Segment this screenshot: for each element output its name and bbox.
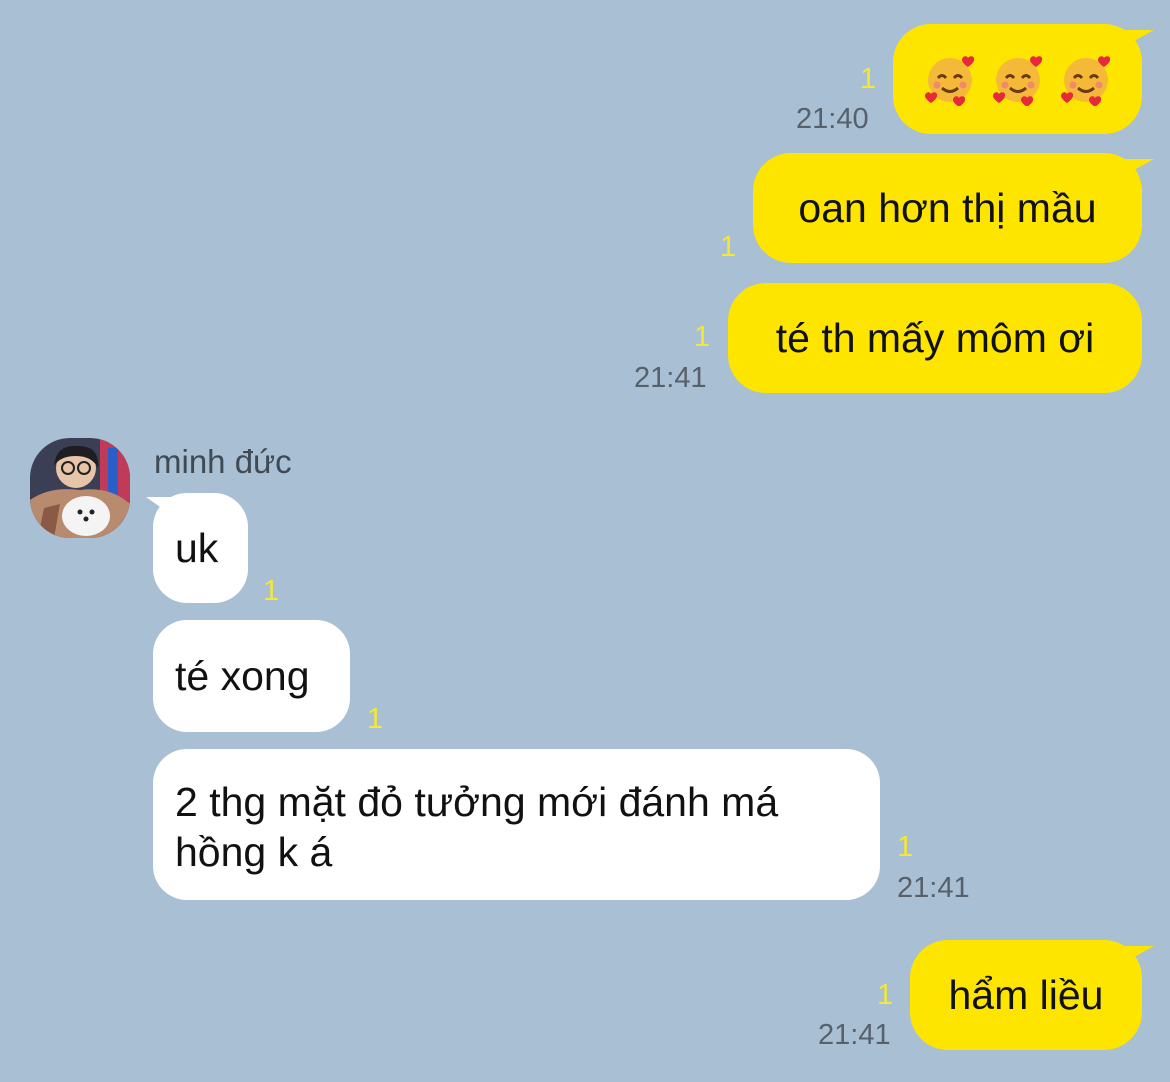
incoming-message-bubble[interactable]: uk: [153, 493, 248, 603]
emoji-group: [923, 52, 1113, 106]
avatar[interactable]: [30, 438, 130, 538]
smiling-face-with-hearts-icon: [1060, 56, 1110, 106]
unread-count: 1: [860, 63, 877, 95]
message-timestamp: 21:41: [897, 872, 970, 904]
unread-count: 1: [694, 321, 711, 353]
message-timestamp: 21:40: [796, 103, 869, 135]
message-text: hẩm liều: [948, 972, 1104, 1018]
message-text: uk: [175, 525, 219, 571]
unread-count: 1: [720, 231, 737, 263]
message-text: oan hơn thị mầu: [798, 185, 1097, 231]
chat-room: 1 21:40 1 oan hơn thị mầu 1 21:41 té th …: [0, 0, 1170, 1082]
unread-count: 1: [877, 979, 894, 1011]
outgoing-message-bubble[interactable]: té th mấy môm ơi: [728, 283, 1142, 393]
message-text: 2 thg mặt đỏ tưởng mới đánh má hồng k á: [175, 779, 779, 875]
incoming-message-bubble[interactable]: 2 thg mặt đỏ tưởng mới đánh má hồng k á: [153, 749, 880, 900]
unread-count: 1: [367, 703, 384, 735]
unread-count: 1: [263, 575, 280, 607]
incoming-message-bubble[interactable]: té xong: [153, 620, 350, 732]
outgoing-message-bubble[interactable]: [893, 24, 1142, 134]
sender-name: minh đức: [154, 443, 292, 480]
outgoing-message-bubble[interactable]: oan hơn thị mầu: [753, 153, 1142, 263]
avatar-photo: [30, 438, 130, 538]
message-text: té th mấy môm ơi: [775, 315, 1095, 361]
smiling-face-with-hearts-icon: [924, 56, 974, 106]
unread-count: 1: [897, 831, 914, 863]
smiling-face-with-hearts-icon: [992, 56, 1042, 106]
message-timestamp: 21:41: [634, 362, 707, 394]
message-timestamp: 21:41: [818, 1019, 891, 1051]
outgoing-message-bubble[interactable]: hẩm liều: [910, 940, 1142, 1050]
message-text: té xong: [175, 653, 310, 699]
